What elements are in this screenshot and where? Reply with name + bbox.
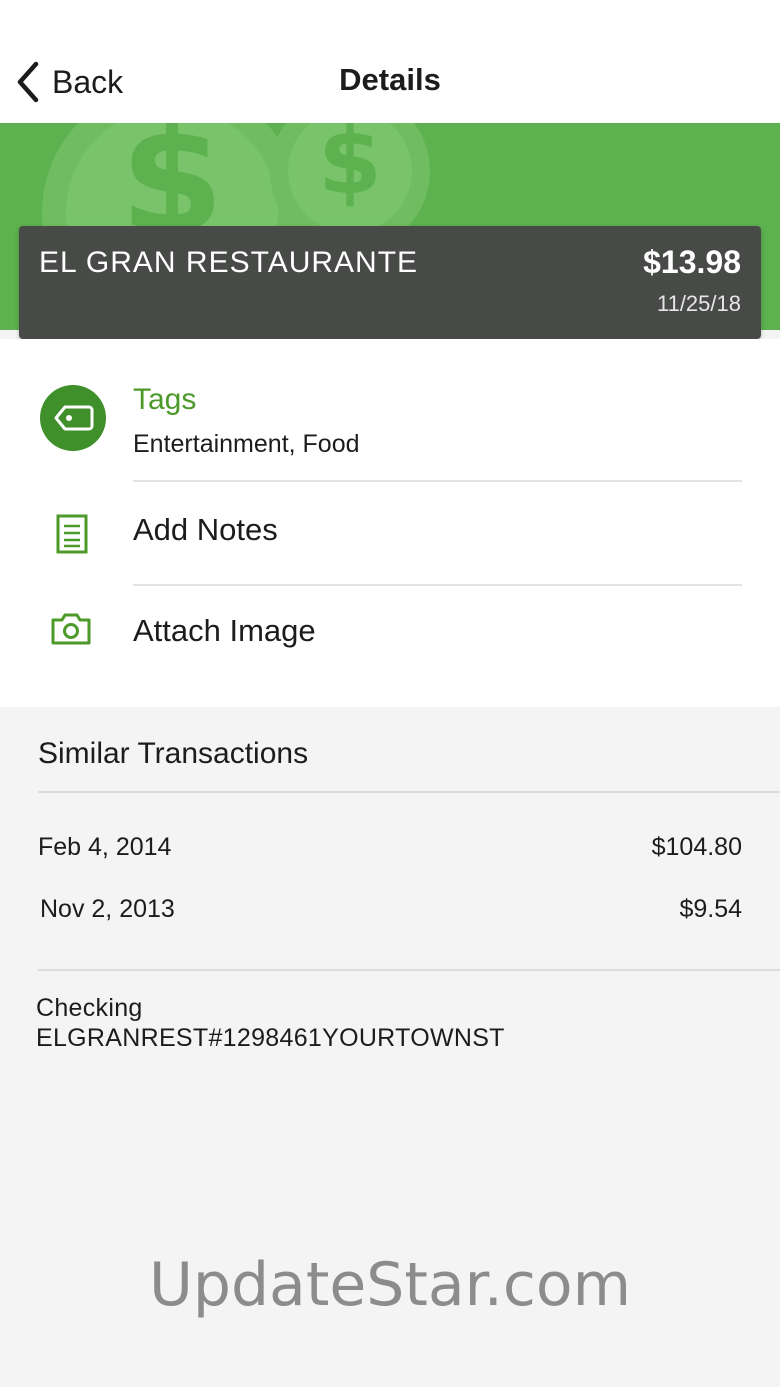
transaction-date: Nov 2, 2013 — [40, 895, 175, 923]
add-notes-row[interactable]: Add Notes — [0, 482, 780, 584]
transaction-amount: $13.98 — [643, 244, 741, 280]
merchant-summary-card: EL GRAN RESTAURANTE $13.98 11/25/18 — [19, 226, 761, 339]
tags-title: Tags — [133, 383, 197, 416]
account-type: Checking — [36, 994, 143, 1022]
svg-text:$: $ — [318, 123, 382, 215]
transaction-amount: $104.80 — [651, 833, 742, 861]
attach-image-row[interactable]: Attach Image — [0, 586, 780, 707]
similar-transactions-title: Similar Transactions — [38, 737, 309, 770]
camera-icon — [51, 613, 91, 645]
transaction-date: Feb 4, 2014 — [38, 833, 172, 861]
tag-icon — [40, 385, 106, 451]
transaction-row[interactable]: Nov 2, 2013 $9.54 — [40, 895, 742, 924]
transaction-date: 11/25/18 — [656, 291, 741, 316]
divider — [38, 791, 780, 793]
add-notes-label: Add Notes — [133, 512, 278, 547]
detail-panel: Tags Entertainment, Food Add Notes Attac… — [0, 339, 780, 707]
notes-icon — [56, 514, 88, 554]
watermark-text: UpdateStar.com — [148, 1250, 632, 1320]
account-description: ELGRANREST#1298461YOURTOWNST — [36, 1024, 505, 1052]
navigation-bar: Back Details — [0, 0, 780, 123]
divider — [38, 969, 780, 971]
tags-value: Entertainment, Food — [133, 430, 360, 458]
page-title: Details — [339, 62, 441, 97]
merchant-name: EL GRAN RESTAURANTE — [39, 246, 419, 279]
transaction-amount: $9.54 — [679, 895, 742, 923]
tags-row[interactable]: Tags Entertainment, Food — [0, 339, 780, 480]
attach-image-label: Attach Image — [133, 613, 316, 648]
transaction-row[interactable]: Feb 4, 2014 $104.80 — [38, 833, 742, 862]
